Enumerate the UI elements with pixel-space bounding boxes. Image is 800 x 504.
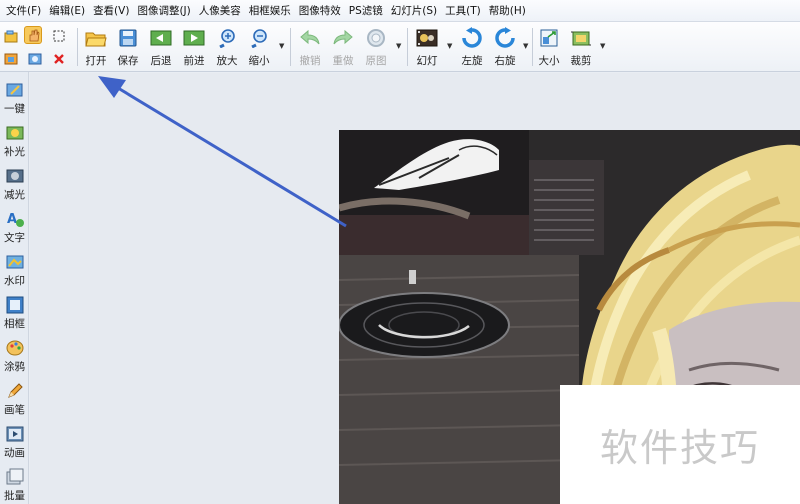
batch-icon[interactable] — [2, 50, 20, 68]
animation-icon — [5, 424, 25, 444]
sidebar-item-one-click[interactable]: 一键 — [0, 78, 29, 120]
text-tool-icon: A — [5, 209, 25, 229]
toolbar-separator — [407, 28, 408, 66]
redo-icon — [330, 26, 356, 50]
toolbar-separator — [290, 28, 291, 66]
zoom-in-icon — [214, 26, 240, 50]
watermark-icon — [5, 252, 25, 272]
slideshow-button[interactable]: 幻灯 — [414, 26, 440, 70]
sidebar-item-text[interactable]: A 文字 — [0, 207, 29, 249]
sidebar-item-batch[interactable]: 批量 — [0, 465, 29, 504]
pencil-icon — [5, 381, 25, 401]
sun-photo-icon — [5, 123, 25, 143]
slideshow-dropdown-icon[interactable]: ▼ — [447, 42, 452, 50]
menu-edit[interactable]: 编辑(E) — [46, 0, 88, 22]
magic-wand-icon — [5, 80, 25, 100]
zoom-in-button[interactable]: 放大 — [214, 26, 240, 70]
save-button[interactable]: 保存 — [115, 26, 141, 70]
zoom-dropdown-icon[interactable]: ▼ — [279, 42, 284, 50]
rotate-right-button[interactable]: 右旋 — [492, 26, 518, 70]
forward-button[interactable]: 前进 — [181, 26, 207, 70]
original-button[interactable]: 原图 — [363, 26, 389, 70]
batch-process-icon — [5, 467, 25, 487]
rotate-left-icon — [459, 26, 485, 50]
watermark-box: 软件技巧 — [560, 385, 800, 504]
hand-tool-icon[interactable] — [24, 26, 42, 44]
sidebar-item-doodle[interactable]: 涂鸦 — [0, 336, 29, 378]
menu-frames[interactable]: 相框娱乐 — [246, 0, 294, 22]
menu-slideshow[interactable]: 幻灯片(S) — [388, 0, 440, 22]
browse-icon[interactable] — [2, 27, 20, 45]
resize-button[interactable]: 大小 — [537, 26, 561, 70]
undo-icon — [297, 26, 323, 50]
menu-bar: 文件(F) 编辑(E) 查看(V) 图像调整(J) 人像美容 相框娱乐 图像特效… — [0, 0, 800, 22]
zoom-out-button[interactable]: 缩小 — [246, 26, 272, 70]
original-dropdown-icon[interactable]: ▼ — [396, 42, 401, 50]
menu-ps-filters[interactable]: PS滤镜 — [346, 0, 386, 22]
original-image-icon — [363, 26, 389, 50]
floppy-disk-icon — [115, 26, 141, 50]
open-folder-icon — [83, 26, 109, 50]
menu-effects[interactable]: 图像特效 — [296, 0, 344, 22]
undo-button[interactable]: 撤销 — [297, 26, 323, 70]
menu-file[interactable]: 文件(F) — [3, 0, 44, 22]
menu-view[interactable]: 查看(V) — [90, 0, 132, 22]
svg-text:A: A — [7, 212, 17, 227]
open-button[interactable]: 打开 — [83, 26, 109, 70]
toolbar-separator — [77, 28, 78, 66]
watermark-text: 软件技巧 — [599, 426, 760, 470]
sidebar-item-watermark[interactable]: 水印 — [0, 250, 29, 292]
menu-help[interactable]: 帮助(H) — [486, 0, 529, 22]
previous-image-icon — [148, 26, 174, 50]
back-button[interactable]: 后退 — [148, 26, 174, 70]
left-sidebar: 一键 补光 减光 A 文字 水印 相框 涂鸦 画笔 动画 批量 — [0, 72, 29, 504]
crop-icon — [568, 26, 594, 50]
select-tool-icon[interactable] — [50, 27, 68, 45]
quick-tools — [2, 25, 74, 69]
redo-button[interactable]: 重做 — [330, 26, 356, 70]
screenshot-icon[interactable] — [26, 50, 44, 68]
sidebar-item-animation[interactable]: 动画 — [0, 422, 29, 464]
menu-tools[interactable]: 工具(T) — [442, 0, 484, 22]
toolbar: 打开 保存 后退 前进 放大 缩小 ▼ 撤销 重做 原图 ▼ 幻灯 ▼ 左旋 右… — [0, 22, 800, 72]
sidebar-item-frame[interactable]: 相框 — [0, 293, 29, 335]
sidebar-item-brush[interactable]: 画笔 — [0, 379, 29, 421]
palette-icon — [5, 338, 25, 358]
menu-portrait[interactable]: 人像美容 — [196, 0, 244, 22]
frame-icon — [5, 295, 25, 315]
moon-photo-icon — [5, 166, 25, 186]
rotate-right-icon — [492, 26, 518, 50]
sidebar-item-brighten[interactable]: 补光 — [0, 121, 29, 163]
menu-image-adjust[interactable]: 图像调整(J) — [134, 0, 193, 22]
film-reel-icon — [414, 26, 440, 50]
resize-icon — [536, 26, 562, 50]
toolbar-separator — [532, 28, 533, 66]
delete-icon[interactable] — [50, 50, 68, 68]
sidebar-item-darken[interactable]: 减光 — [0, 164, 29, 206]
next-image-icon — [181, 26, 207, 50]
zoom-out-icon — [246, 26, 272, 50]
rotate-left-button[interactable]: 左旋 — [459, 26, 485, 70]
crop-button[interactable]: 裁剪 — [568, 26, 594, 70]
rotate-dropdown-icon[interactable]: ▼ — [523, 42, 528, 50]
crop-dropdown-icon[interactable]: ▼ — [600, 42, 605, 50]
